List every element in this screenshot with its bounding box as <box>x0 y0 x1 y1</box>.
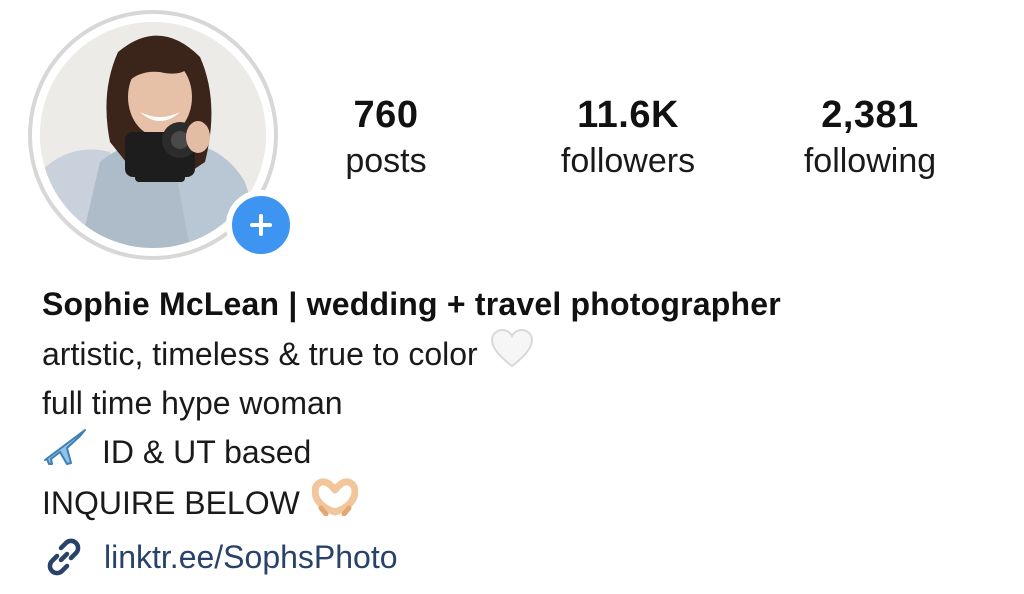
profile-bio: Sophie McLean | wedding + travel photogr… <box>42 280 1002 528</box>
profile-link[interactable]: linktr.ee/SophsPhoto <box>42 534 398 580</box>
link-icon <box>47 538 81 576</box>
profile-stats: 760 posts 11.6K followers 2,381 followin… <box>0 92 1024 192</box>
airplane-emoji <box>42 426 88 478</box>
following-count: 2,381 <box>821 94 919 136</box>
bio-line-3-text: ID & UT based <box>102 434 312 470</box>
link-text[interactable]: linktr.ee/SophsPhoto <box>104 534 398 580</box>
heart-hands-emoji <box>311 478 359 528</box>
stat-following[interactable]: 2,381 following <box>780 92 960 184</box>
bio-line-2: full time hype woman <box>42 380 1002 426</box>
followers-count: 11.6K <box>577 94 679 136</box>
bio-line-3: ID & UT based <box>42 426 1002 478</box>
bio-line-4: INQUIRE BELOW <box>42 478 1002 528</box>
add-story-button[interactable] <box>226 190 296 260</box>
profile-name: Sophie McLean | wedding + travel photogr… <box>42 286 781 322</box>
bio-line-2-text: full time hype woman <box>42 385 343 421</box>
bio-line-4-text: INQUIRE BELOW <box>42 485 300 521</box>
stat-followers[interactable]: 11.6K followers <box>538 92 718 184</box>
white-heart-emoji <box>490 328 534 380</box>
plus-icon <box>250 214 272 236</box>
stat-posts[interactable]: 760 posts <box>296 92 476 184</box>
posts-label: posts <box>345 142 427 180</box>
following-label: following <box>803 142 937 180</box>
posts-count: 760 <box>353 94 419 136</box>
bio-line-1: artistic, timeless & true to color <box>42 328 1002 380</box>
followers-label: followers <box>560 142 696 180</box>
bio-line-1-text: artistic, timeless & true to color <box>42 336 478 372</box>
